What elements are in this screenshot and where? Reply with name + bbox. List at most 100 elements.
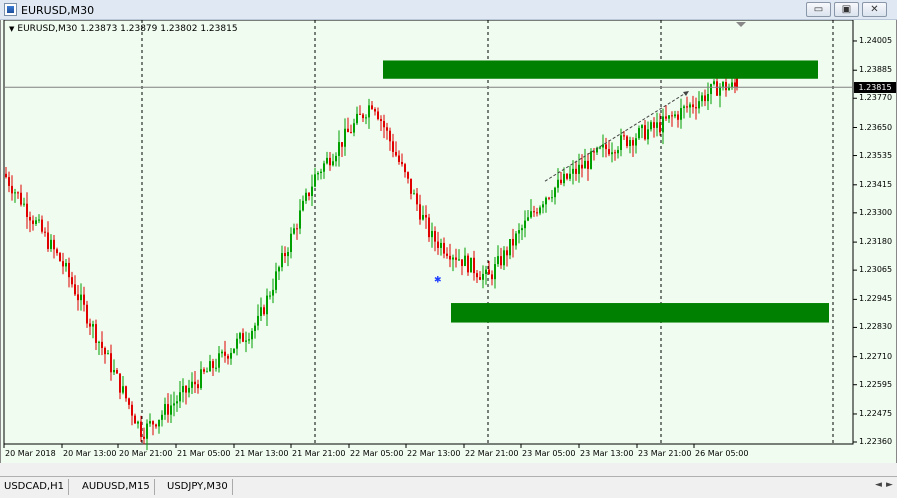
candle-body xyxy=(242,333,244,342)
candle-body xyxy=(305,192,307,201)
restore-button[interactable]: ▣ xyxy=(834,2,859,17)
x-axis-tick-label: 23 Mar 13:00 xyxy=(580,449,634,458)
candlestick-chart[interactable]: ✱ xyxy=(1,20,897,463)
candle-body xyxy=(107,353,109,355)
window-title: EURUSD,M30 xyxy=(21,4,95,17)
minimize-button[interactable]: ▭ xyxy=(806,2,831,17)
candle-body xyxy=(110,353,112,373)
candle-body xyxy=(698,101,700,109)
y-axis-tick-label: 1.22360 xyxy=(859,437,893,446)
candle-body xyxy=(482,273,484,280)
candle-body xyxy=(275,271,277,290)
y-axis-tick-label: 1.23770 xyxy=(859,93,893,103)
window-titlebar[interactable]: EURUSD,M30 ▭ ▣ ✕ xyxy=(0,0,897,20)
candle-body xyxy=(416,193,418,205)
collapse-triangle-icon[interactable]: ▼ xyxy=(9,25,14,33)
y-axis-tick-label: 1.23300 xyxy=(859,207,893,217)
y-axis-tick-label: 1.23180 xyxy=(859,237,893,247)
candle-body xyxy=(83,294,85,305)
candle-body xyxy=(197,384,199,389)
candle-body xyxy=(683,106,685,109)
candle-body xyxy=(134,415,136,424)
x-axis-tick-label: 20 Mar 2018 xyxy=(5,449,56,458)
candle-body xyxy=(386,127,388,131)
candle-body xyxy=(59,253,61,262)
candle-body xyxy=(86,304,88,324)
candle-body xyxy=(407,172,409,179)
candle-body xyxy=(398,155,400,162)
candle-body xyxy=(413,193,415,195)
candle-body xyxy=(230,352,232,359)
candle-body xyxy=(335,155,337,162)
y-axis-tick-label: 1.23535 xyxy=(859,150,893,160)
y-axis-tick-label: 1.23885 xyxy=(859,65,893,75)
candle-body xyxy=(581,164,583,169)
close-button[interactable]: ✕ xyxy=(862,2,887,17)
candle-body xyxy=(404,164,406,173)
candle-body xyxy=(353,123,355,133)
candle-body xyxy=(569,173,571,179)
tab-usdjpy-m30[interactable]: USDJPY,M30 xyxy=(163,479,233,495)
candle-body xyxy=(302,200,304,211)
candle-body xyxy=(590,151,592,169)
candle-body xyxy=(611,152,613,155)
candle-body xyxy=(623,135,625,137)
current-price-badge: 1.23815 xyxy=(854,82,896,94)
candle-body xyxy=(149,421,151,424)
candle-body xyxy=(359,113,361,115)
tab-prev-arrow-icon[interactable]: ◄ xyxy=(875,480,882,490)
candle-body xyxy=(287,251,289,257)
candle-body xyxy=(338,142,340,156)
x-axis-tick-label: 22 Mar 05:00 xyxy=(350,449,404,458)
candle-body xyxy=(716,81,718,96)
candle-body xyxy=(263,307,265,315)
candle-body xyxy=(221,351,223,354)
candle-body xyxy=(371,105,373,110)
y-axis-tick-label: 1.22710 xyxy=(859,351,893,361)
candle-body xyxy=(380,119,382,122)
candle-body xyxy=(194,381,196,385)
candle-body xyxy=(575,168,577,174)
candle-body xyxy=(296,228,298,230)
candle-body xyxy=(389,130,391,142)
candle-body xyxy=(554,187,556,198)
price-chart[interactable]: ✱ ▼ EURUSD,M30 1.23873 1.23879 1.23802 1.… xyxy=(0,20,897,463)
candle-body xyxy=(131,404,133,416)
candle-body xyxy=(530,211,532,218)
x-axis-tick-label: 23 Mar 21:00 xyxy=(638,449,692,458)
candle-body xyxy=(650,122,652,130)
candle-body xyxy=(320,171,322,173)
candle-body xyxy=(281,253,283,268)
candle-body xyxy=(701,95,703,102)
candle-body xyxy=(374,109,376,112)
candle-body xyxy=(155,424,157,427)
candle-body xyxy=(536,212,538,214)
candle-body xyxy=(599,147,601,149)
candle-body xyxy=(47,232,49,249)
candle-body xyxy=(158,419,160,427)
candle-body xyxy=(641,125,643,129)
tab-audusd-m15[interactable]: AUDUSD,M15 xyxy=(78,479,155,495)
candle-body xyxy=(647,129,649,140)
chart-tab-bar: USDCAD,H1 AUDUSD,M15 USDJPY,M30 ◄ ► xyxy=(0,476,897,498)
tab-next-arrow-icon[interactable]: ► xyxy=(886,480,893,490)
candle-body xyxy=(20,192,22,205)
candle-body xyxy=(383,121,385,128)
x-axis-tick-label: 22 Mar 21:00 xyxy=(465,449,519,458)
candle-body xyxy=(35,220,37,224)
candle-body xyxy=(527,217,529,221)
candle-body xyxy=(92,324,94,327)
candle-body xyxy=(686,106,688,108)
candle-body xyxy=(332,161,334,166)
candle-body xyxy=(545,197,547,205)
candle-body xyxy=(674,114,676,117)
candle-body xyxy=(152,421,154,425)
candle-body xyxy=(224,351,226,356)
candle-body xyxy=(605,144,607,150)
tab-usdcad-h1[interactable]: USDCAD,H1 xyxy=(0,479,69,495)
candle-body xyxy=(119,373,121,393)
candle-body xyxy=(422,214,424,220)
y-axis-tick-label: 1.23065 xyxy=(859,265,893,275)
candle-body xyxy=(329,157,331,166)
chart-window-icon xyxy=(4,3,17,16)
